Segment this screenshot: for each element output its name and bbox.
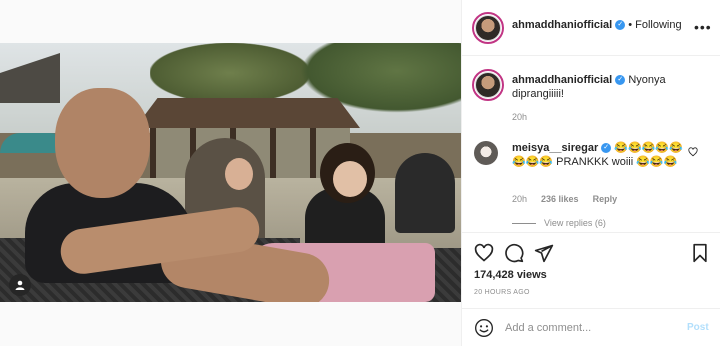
bookmark-icon[interactable]	[690, 243, 710, 263]
reply-button[interactable]: Reply	[593, 194, 618, 204]
follow-separator: •	[628, 19, 633, 31]
comment-text-block: meisya__siregar ✓ 😂😂😂😂😂😂😂😂 PRANKKK woiii …	[512, 141, 692, 169]
verified-icon: ✓	[615, 20, 626, 30]
author-username[interactable]: ahmaddhaniofficial	[512, 19, 612, 31]
post-actions: 174,428 views 20 HOURS AGO	[462, 232, 720, 308]
view-replies-button[interactable]: View replies (6)	[512, 218, 606, 228]
scene-person	[395, 153, 455, 233]
more-icon[interactable]: •••	[694, 19, 712, 35]
caption-text-block: ahmaddhaniofficial ✓ Nyonya diprangiiiii!	[512, 73, 712, 101]
scene-child	[333, 161, 367, 197]
post-side-panel: ahmaddhaniofficial ✓ • Following ••• ahm…	[461, 0, 720, 346]
scene-tree	[150, 43, 310, 103]
comment-icon[interactable]	[504, 243, 524, 263]
avatar[interactable]	[474, 141, 498, 165]
instagram-post-view: ahmaddhaniofficial ✓ • Following ••• ahm…	[0, 0, 720, 346]
verified-icon: ✓	[615, 75, 626, 86]
header-user: ahmaddhaniofficial ✓ • Following	[512, 19, 682, 31]
comment-like-button[interactable]	[688, 147, 698, 160]
post-header: ahmaddhaniofficial ✓ • Following •••	[462, 0, 720, 56]
scene-pavilion	[135, 98, 360, 128]
post-timestamp[interactable]: 20 HOURS AGO	[474, 289, 530, 296]
post-comment-button[interactable]: Post	[687, 322, 709, 333]
user-tag-button[interactable]	[9, 274, 31, 296]
comment-composer: Post	[462, 308, 720, 346]
comment-username[interactable]: meisya__siregar	[512, 142, 598, 154]
share-icon[interactable]	[534, 243, 554, 263]
caption-timestamp[interactable]: 20h	[512, 112, 527, 122]
comment-item: meisya__siregar ✓ 😂😂😂😂😂😂😂😂 PRANKKK woiii …	[462, 135, 720, 235]
scene-person	[225, 158, 253, 190]
following-button[interactable]: Following	[635, 19, 681, 31]
user-tag-icon	[15, 280, 25, 290]
divider	[512, 222, 536, 224]
comment-meta: 20h 236 likes Reply	[512, 194, 617, 204]
comment-timestamp[interactable]: 20h	[512, 194, 527, 204]
post-caption: ahmaddhaniofficial ✓ Nyonya diprangiiiii!…	[462, 56, 720, 130]
avatar[interactable]	[475, 72, 501, 98]
comment-likes[interactable]: 236 likes	[541, 194, 579, 204]
avatar[interactable]	[475, 15, 501, 41]
caption-username[interactable]: ahmaddhaniofficial	[512, 74, 612, 86]
heart-icon	[688, 147, 698, 157]
scene-man	[55, 88, 150, 198]
video-player[interactable]	[0, 43, 461, 302]
heart-icon[interactable]	[474, 243, 494, 263]
verified-icon: ✓	[601, 143, 612, 154]
comment-input[interactable]	[505, 320, 675, 336]
view-replies-label: View replies (6)	[544, 218, 606, 228]
view-count[interactable]: 174,428 views	[474, 269, 547, 281]
emoji-icon[interactable]	[474, 318, 494, 338]
